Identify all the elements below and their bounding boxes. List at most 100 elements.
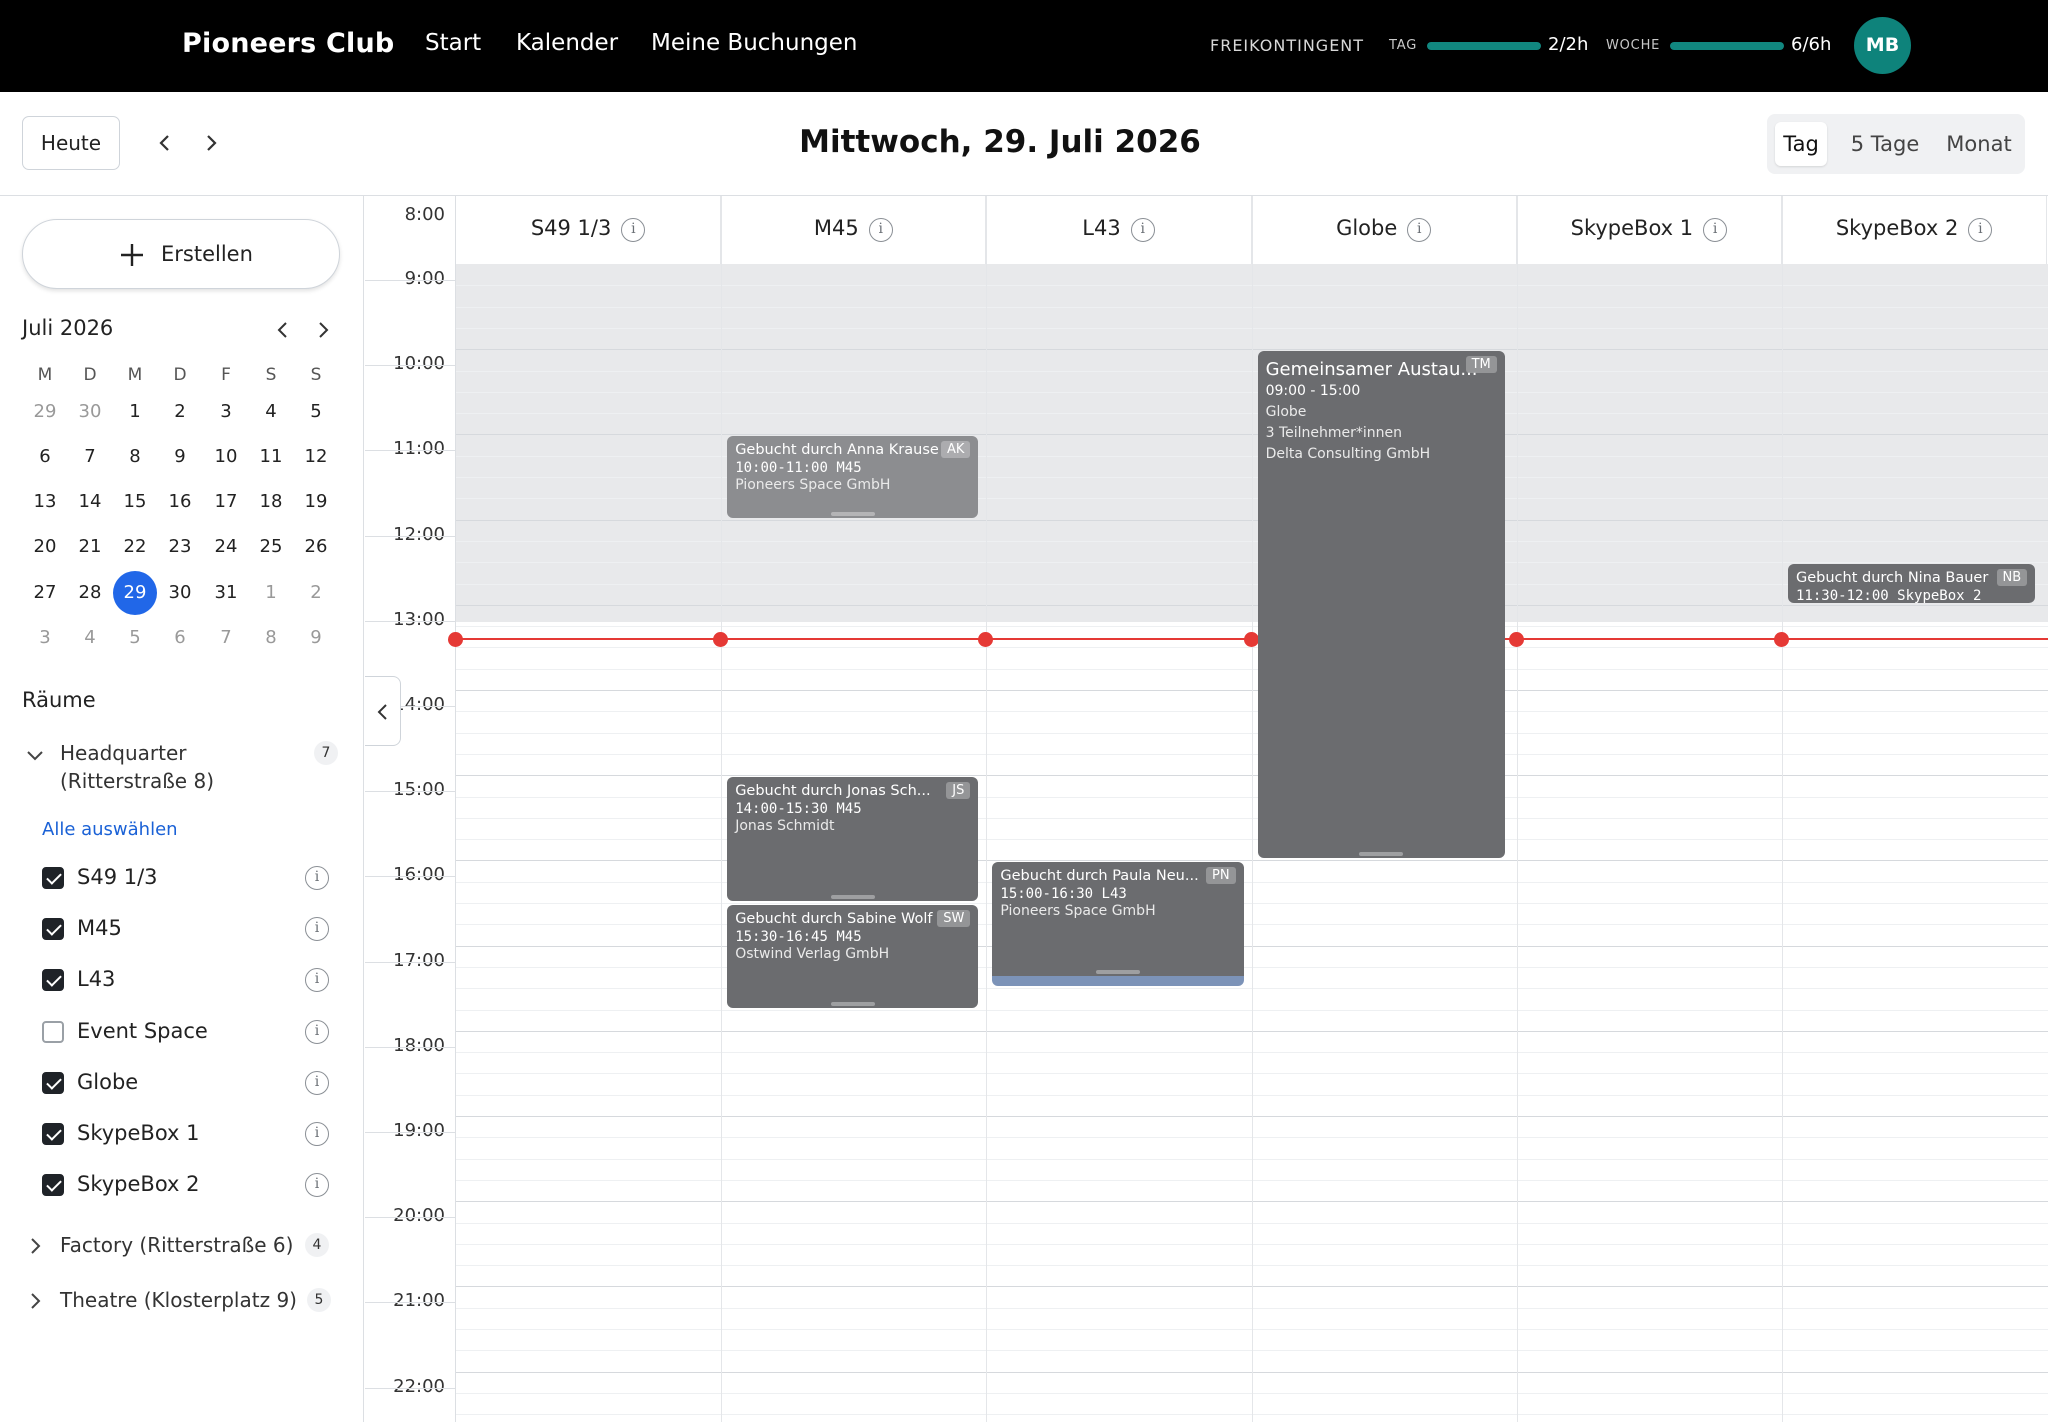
info-icon[interactable]: i	[305, 1019, 329, 1044]
chevron-down-icon[interactable]	[24, 744, 46, 766]
resize-handle[interactable]	[830, 894, 875, 899]
info-icon[interactable]: i	[305, 1122, 329, 1146]
mini-calendar-day[interactable]: 26	[294, 525, 338, 569]
mini-calendar-day[interactable]: 4	[249, 390, 293, 434]
info-icon[interactable]: i	[305, 968, 329, 993]
chevron-left-icon[interactable]	[150, 128, 180, 158]
mini-calendar-day[interactable]: 21	[68, 525, 112, 569]
mini-calendar-day[interactable]: 15	[113, 480, 157, 524]
info-icon[interactable]: i	[305, 1070, 329, 1095]
mini-calendar-day[interactable]: 9	[294, 616, 338, 660]
group-factory[interactable]: Factory (Ritterstraße 6)	[60, 1233, 293, 1257]
mini-calendar-day[interactable]: 8	[249, 616, 293, 660]
mini-calendar-day[interactable]: 18	[249, 480, 293, 524]
room-checkbox[interactable]	[42, 1020, 64, 1043]
view-5-tage-button[interactable]: 5 Tage	[1841, 122, 1929, 166]
mini-calendar-day[interactable]: 8	[113, 435, 157, 479]
mini-calendar-day[interactable]: 22	[113, 525, 157, 569]
mini-calendar-day[interactable]: 25	[249, 525, 293, 569]
calendar-grid[interactable]: S49 1/3 i M45 i L43 i Globe i SkypeBox 1 i SkypeBo…	[448, 196, 2048, 1422]
chevron-right-icon[interactable]	[26, 1290, 44, 1312]
room-checkbox[interactable]	[42, 1071, 64, 1094]
room-checkbox[interactable]	[42, 918, 64, 941]
room-name[interactable]: SkypeBox 1	[77, 1121, 200, 1145]
info-icon[interactable]: i	[305, 866, 329, 890]
resize-handle[interactable]	[1359, 852, 1404, 857]
room-name[interactable]: SkypeBox 2	[77, 1172, 200, 1196]
room-name[interactable]: Event Space	[77, 1019, 208, 1043]
info-icon[interactable]: i	[868, 218, 893, 242]
select-all-link[interactable]: Alle auswählen	[42, 819, 178, 840]
room-name[interactable]: M45	[77, 916, 122, 940]
info-icon[interactable]: i	[305, 917, 329, 942]
booking-event[interactable]: Gebucht durch Nina Bauer 11:30-12:00 Skyp…	[1788, 564, 2036, 603]
room-checkbox[interactable]	[42, 969, 64, 992]
mini-calendar-day[interactable]: 5	[113, 616, 157, 660]
mini-calendar-day[interactable]: 16	[158, 480, 202, 524]
avatar[interactable]: MB	[1854, 17, 1911, 74]
room-checkbox[interactable]	[42, 867, 64, 889]
view-tag-button[interactable]: Tag	[1775, 122, 1827, 166]
mini-calendar-day[interactable]: 31	[204, 571, 248, 615]
info-icon[interactable]: i	[1407, 218, 1432, 242]
booking-event[interactable]: Gebucht durch Anna Krause 10:00-11:00 M45…	[727, 436, 979, 518]
mini-calendar-day[interactable]: 28	[68, 571, 112, 615]
resize-handle[interactable]	[830, 1001, 875, 1006]
mini-calendar-day[interactable]: 20	[23, 525, 67, 569]
mini-calendar-day[interactable]: 30	[68, 390, 112, 434]
mini-calendar-day[interactable]: 6	[158, 616, 202, 660]
resize-handle[interactable]	[1095, 970, 1140, 975]
mini-calendar-day[interactable]: 7	[204, 616, 248, 660]
mini-calendar-day[interactable]: 29	[113, 571, 157, 615]
mini-calendar-day[interactable]: 29	[23, 390, 67, 434]
create-button[interactable]: Erstellen	[22, 219, 340, 289]
mini-calendar-day[interactable]: 13	[23, 480, 67, 524]
collapse-sidebar-button[interactable]	[365, 676, 401, 746]
mini-calendar-day[interactable]: 12	[294, 435, 338, 479]
group-headquarter-address[interactable]: (Ritterstraße 8)	[60, 769, 214, 793]
brand-logo[interactable]: Pioneers Club	[182, 28, 394, 59]
room-name[interactable]: L43	[77, 967, 115, 991]
chevron-right-icon[interactable]	[196, 128, 226, 158]
mini-calendar-day[interactable]: 1	[113, 390, 157, 434]
info-icon[interactable]: i	[1130, 218, 1155, 242]
group-theatre[interactable]: Theatre (Klosterplatz 9)	[60, 1288, 297, 1312]
room-name[interactable]: Globe	[77, 1070, 138, 1094]
chevron-right-icon[interactable]	[311, 318, 335, 342]
chevron-right-icon[interactable]	[26, 1235, 44, 1257]
mini-calendar-day[interactable]: 3	[204, 390, 248, 434]
mini-calendar-day[interactable]: 2	[294, 571, 338, 615]
info-icon[interactable]: i	[621, 218, 646, 242]
mini-calendar-day[interactable]: 11	[249, 435, 293, 479]
resize-handle[interactable]	[830, 511, 875, 516]
mini-calendar-day[interactable]: 17	[204, 480, 248, 524]
mini-calendar-day[interactable]: 6	[23, 435, 67, 479]
view-monat-button[interactable]: Monat	[1939, 122, 2019, 166]
mini-calendar-day[interactable]: 10	[204, 435, 248, 479]
mini-calendar-day[interactable]: 9	[158, 435, 202, 479]
nav-meine-buchungen[interactable]: Meine Buchungen	[651, 30, 857, 56]
mini-calendar-day[interactable]: 5	[294, 390, 338, 434]
info-icon[interactable]: i	[305, 1173, 329, 1198]
mini-calendar-day[interactable]: 24	[204, 525, 248, 569]
group-headquarter-name[interactable]: Headquarter	[60, 741, 187, 765]
mini-calendar-day[interactable]: 19	[294, 480, 338, 524]
booking-event[interactable]: Gebucht durch Paula Neu... 15:00-16:30 L4…	[992, 862, 1244, 987]
nav-kalender[interactable]: Kalender	[516, 30, 618, 56]
room-checkbox[interactable]	[42, 1123, 64, 1145]
booking-event[interactable]: Gebucht durch Sabine Wolf 15:30-16:45 M45…	[727, 905, 979, 1008]
mini-calendar-day[interactable]: 4	[68, 616, 112, 660]
info-icon[interactable]: i	[1968, 218, 1993, 242]
mini-calendar-day[interactable]: 1	[249, 571, 293, 615]
room-name[interactable]: S49 1/3	[77, 865, 158, 889]
booking-event[interactable]: Gebucht durch Jonas Sch... 14:00-15:30 M4…	[727, 777, 979, 901]
booking-event[interactable]: Gemeinsamer Austau... 09:00 - 15:00 Globe 3…	[1257, 351, 1505, 859]
mini-calendar-day[interactable]: 3	[23, 616, 67, 660]
chevron-left-icon[interactable]	[271, 318, 295, 342]
nav-start[interactable]: Start	[425, 30, 481, 56]
mini-calendar-day[interactable]: 7	[68, 435, 112, 479]
today-button[interactable]: Heute	[22, 116, 120, 170]
mini-calendar-day[interactable]: 23	[158, 525, 202, 569]
mini-calendar-day[interactable]: 2	[158, 390, 202, 434]
room-checkbox[interactable]	[42, 1174, 64, 1197]
